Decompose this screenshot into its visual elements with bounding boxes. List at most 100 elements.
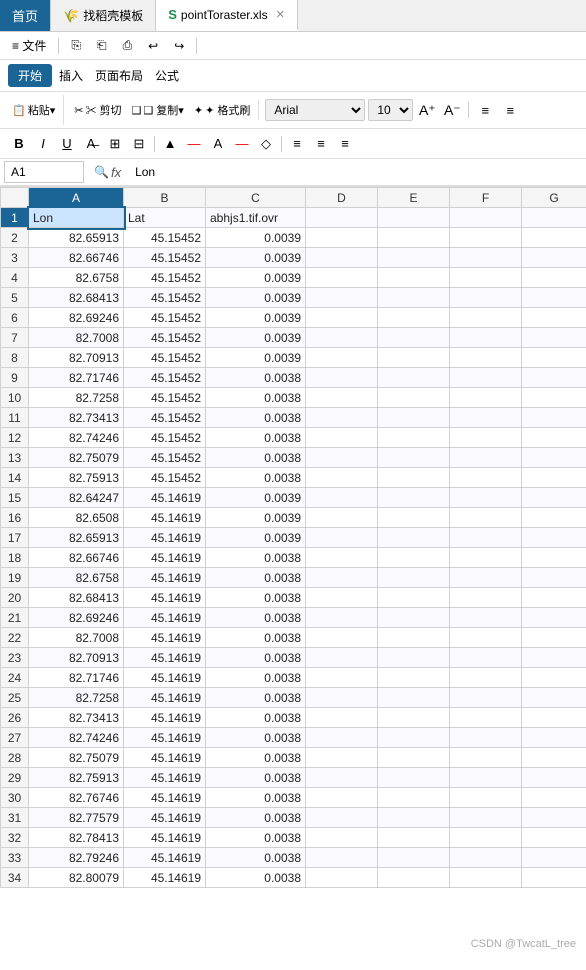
cell-B27[interactable]: 45.14619 (124, 728, 206, 748)
redo-btn[interactable]: ↪ (168, 37, 190, 55)
cell-F8[interactable] (450, 348, 522, 368)
cell-A33[interactable]: 82.79246 (29, 848, 124, 868)
cell-G27[interactable] (522, 728, 586, 748)
cell-F7[interactable] (450, 328, 522, 348)
cell-A19[interactable]: 82.6758 (29, 568, 124, 588)
cell-B33[interactable]: 45.14619 (124, 848, 206, 868)
cell-C8[interactable]: 0.0039 (206, 348, 306, 368)
row-header[interactable]: 16 (1, 508, 29, 528)
cell-B3[interactable]: 45.15452 (124, 248, 206, 268)
cell-D30[interactable] (306, 788, 378, 808)
align-right2-icon[interactable]: ≡ (334, 133, 356, 155)
cell-D17[interactable] (306, 528, 378, 548)
cell-A10[interactable]: 82.7258 (29, 388, 124, 408)
cell-G2[interactable] (522, 228, 586, 248)
cell-C29[interactable]: 0.0038 (206, 768, 306, 788)
cell-F1[interactable] (450, 208, 522, 228)
cell-C15[interactable]: 0.0039 (206, 488, 306, 508)
cell-F29[interactable] (450, 768, 522, 788)
row-header[interactable]: 21 (1, 608, 29, 628)
tab-layout[interactable]: 页面布局 (90, 65, 148, 86)
cell-C27[interactable]: 0.0038 (206, 728, 306, 748)
row-header[interactable]: 14 (1, 468, 29, 488)
col-header-D[interactable]: D (306, 188, 378, 208)
cell-F10[interactable] (450, 388, 522, 408)
cell-E3[interactable] (378, 248, 450, 268)
cell-B14[interactable]: 45.15452 (124, 468, 206, 488)
cell-F3[interactable] (450, 248, 522, 268)
row-header[interactable]: 18 (1, 548, 29, 568)
cell-E17[interactable] (378, 528, 450, 548)
cell-D28[interactable] (306, 748, 378, 768)
row-header[interactable]: 15 (1, 488, 29, 508)
font-color-underline[interactable]: — (231, 133, 253, 155)
cell-G9[interactable] (522, 368, 586, 388)
cell-A2[interactable]: 82.65913 (29, 228, 124, 248)
cell-G25[interactable] (522, 688, 586, 708)
cell-F28[interactable] (450, 748, 522, 768)
cell-G21[interactable] (522, 608, 586, 628)
cell-F14[interactable] (450, 468, 522, 488)
cell-A12[interactable]: 82.74246 (29, 428, 124, 448)
cell-A18[interactable]: 82.66746 (29, 548, 124, 568)
cell-D29[interactable] (306, 768, 378, 788)
cell-A31[interactable]: 82.77579 (29, 808, 124, 828)
cell-A13[interactable]: 82.75079 (29, 448, 124, 468)
cell-C14[interactable]: 0.0038 (206, 468, 306, 488)
cell-reference-input[interactable]: A1 (4, 161, 84, 183)
cell-C4[interactable]: 0.0039 (206, 268, 306, 288)
cell-C13[interactable]: 0.0038 (206, 448, 306, 468)
cell-A22[interactable]: 82.7008 (29, 628, 124, 648)
cell-A27[interactable]: 82.74246 (29, 728, 124, 748)
cell-E32[interactable] (378, 828, 450, 848)
cell-B9[interactable]: 45.15452 (124, 368, 206, 388)
cell-D5[interactable] (306, 288, 378, 308)
cell-D31[interactable] (306, 808, 378, 828)
cut-button[interactable]: ✂ ✂ 剪切 (70, 100, 125, 120)
cell-E7[interactable] (378, 328, 450, 348)
cell-D11[interactable] (306, 408, 378, 428)
quick-print[interactable]: ⎗ (91, 36, 113, 55)
cell-C30[interactable]: 0.0038 (206, 788, 306, 808)
cell-C16[interactable]: 0.0039 (206, 508, 306, 528)
row-header[interactable]: 12 (1, 428, 29, 448)
cell-A24[interactable]: 82.71746 (29, 668, 124, 688)
row-header[interactable]: 7 (1, 328, 29, 348)
cell-F34[interactable] (450, 868, 522, 888)
cell-E5[interactable] (378, 288, 450, 308)
font-size-select[interactable]: 10 (368, 99, 413, 121)
cell-G13[interactable] (522, 448, 586, 468)
cell-D12[interactable] (306, 428, 378, 448)
cell-F2[interactable] (450, 228, 522, 248)
cell-C26[interactable]: 0.0038 (206, 708, 306, 728)
cell-B8[interactable]: 45.15452 (124, 348, 206, 368)
cell-B2[interactable]: 45.15452 (124, 228, 206, 248)
cell-F30[interactable] (450, 788, 522, 808)
cell-F11[interactable] (450, 408, 522, 428)
align-right-icon[interactable]: ≡ (499, 99, 521, 121)
row-header[interactable]: 2 (1, 228, 29, 248)
cell-G7[interactable] (522, 328, 586, 348)
cell-G33[interactable] (522, 848, 586, 868)
cell-E15[interactable] (378, 488, 450, 508)
cell-C10[interactable]: 0.0038 (206, 388, 306, 408)
cell-D10[interactable] (306, 388, 378, 408)
cell-F22[interactable] (450, 628, 522, 648)
cell-E21[interactable] (378, 608, 450, 628)
border-button[interactable]: ⊞ (104, 133, 126, 155)
cell-G24[interactable] (522, 668, 586, 688)
cell-D13[interactable] (306, 448, 378, 468)
cell-E10[interactable] (378, 388, 450, 408)
row-header[interactable]: 30 (1, 788, 29, 808)
cell-F9[interactable] (450, 368, 522, 388)
cell-E14[interactable] (378, 468, 450, 488)
cell-A7[interactable]: 82.7008 (29, 328, 124, 348)
row-header[interactable]: 25 (1, 688, 29, 708)
col-header-A[interactable]: A (29, 188, 124, 208)
cell-G31[interactable] (522, 808, 586, 828)
cell-C20[interactable]: 0.0038 (206, 588, 306, 608)
col-header-C[interactable]: C (206, 188, 306, 208)
bold-button[interactable]: B (8, 133, 30, 155)
tab-xls[interactable]: S pointToraster.xls ✕ (156, 0, 298, 31)
cell-A1[interactable]: Lon (29, 208, 124, 228)
